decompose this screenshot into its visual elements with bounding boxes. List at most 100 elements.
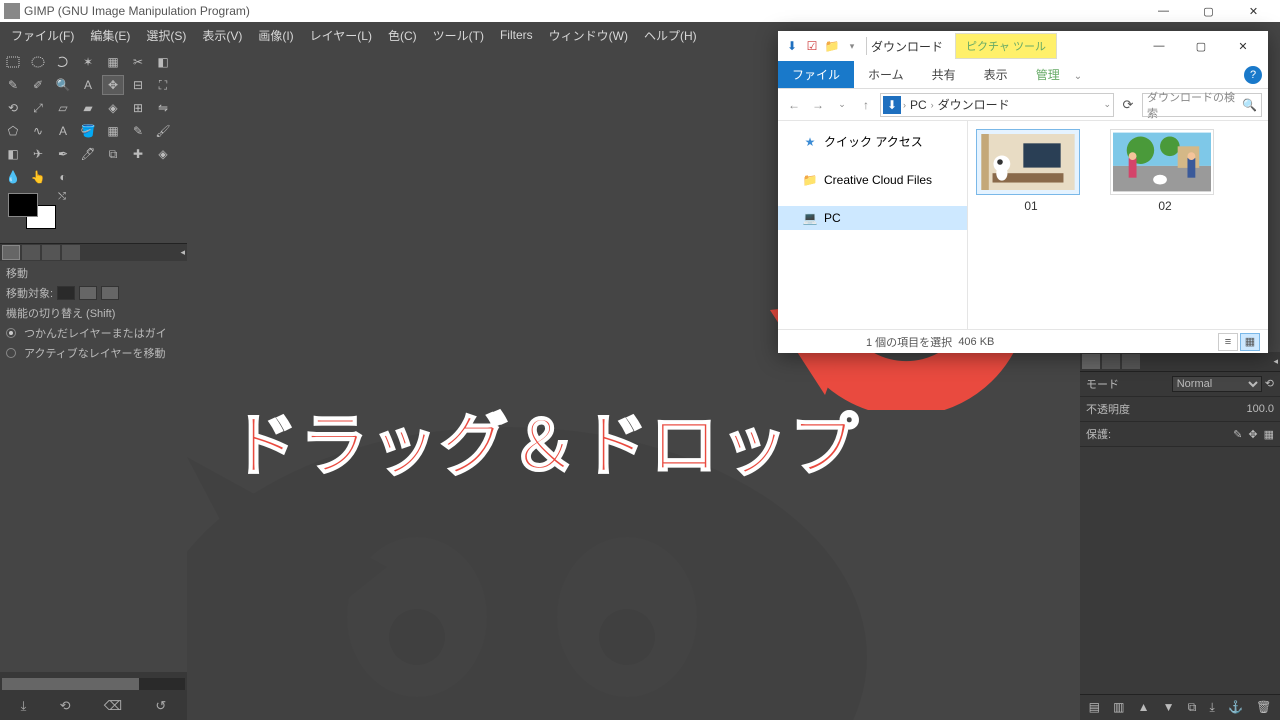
- tab-tool-options[interactable]: [2, 245, 20, 260]
- nav-back-icon[interactable]: ←: [784, 95, 804, 115]
- tool-color-picker[interactable]: ✐: [27, 75, 49, 95]
- tool-unified[interactable]: ◈: [102, 98, 124, 118]
- restore-options-icon[interactable]: ⟲: [60, 698, 71, 714]
- save-options-icon[interactable]: ⤓: [21, 698, 27, 714]
- breadcrumb[interactable]: ⬇ › PC › ダウンロード ⌄: [880, 93, 1114, 117]
- panel-scrollbar[interactable]: [2, 678, 185, 690]
- tool-ink[interactable]: ✒: [52, 144, 74, 164]
- menu-edit[interactable]: 編集(E): [83, 24, 137, 47]
- ribbon-tab-view[interactable]: 表示: [970, 61, 1022, 88]
- fg-color-swatch[interactable]: [8, 193, 38, 217]
- menu-file[interactable]: ファイル(F): [4, 24, 81, 47]
- tool-dodge[interactable]: ◐: [52, 167, 74, 187]
- explorer-file-view[interactable]: 01 02: [968, 121, 1268, 329]
- tool-heal[interactable]: ✚: [127, 144, 149, 164]
- nav-creative-cloud[interactable]: 📁Creative Cloud Files: [778, 168, 967, 192]
- tool-airbrush[interactable]: ✈: [27, 144, 49, 164]
- swap-colors-icon[interactable]: ⤭: [58, 191, 66, 202]
- tool-clone[interactable]: ⧉: [102, 144, 124, 164]
- tool-pencil[interactable]: ✎: [127, 121, 149, 141]
- tool-rotate[interactable]: ⟲: [2, 98, 24, 118]
- reset-options-icon[interactable]: ↺: [155, 698, 166, 714]
- breadcrumb-pc[interactable]: PC: [906, 98, 931, 112]
- file-item-01[interactable]: 01: [976, 129, 1086, 213]
- qat-properties-icon[interactable]: ☑: [804, 38, 820, 54]
- tool-fuzzy-select[interactable]: ✶: [77, 52, 99, 72]
- lock-alpha-icon[interactable]: ▦: [1264, 428, 1274, 441]
- ribbon-tab-home[interactable]: ホーム: [854, 61, 918, 88]
- menu-help[interactable]: ヘルプ(H): [637, 24, 704, 47]
- menu-tools[interactable]: ツール(T): [426, 24, 491, 47]
- tool-gradient[interactable]: ▦: [102, 121, 124, 141]
- contextual-tab-picture-tools[interactable]: ピクチャ ツール: [955, 33, 1057, 59]
- ribbon-tab-share[interactable]: 共有: [918, 61, 970, 88]
- move-target-layer[interactable]: [57, 286, 75, 300]
- lock-pixels-icon[interactable]: ✎: [1233, 428, 1242, 441]
- tool-blur[interactable]: 💧: [2, 167, 24, 187]
- delete-options-icon[interactable]: ⌫: [104, 698, 122, 714]
- tool-by-color[interactable]: ▦: [102, 52, 124, 72]
- minimize-button[interactable]: —: [1141, 0, 1186, 22]
- new-layer-icon[interactable]: ▤: [1089, 700, 1100, 715]
- tool-mypaint[interactable]: 🖊: [77, 144, 99, 164]
- lower-layer-icon[interactable]: ▼: [1163, 700, 1175, 715]
- menu-view[interactable]: 表示(V): [195, 24, 249, 47]
- explorer-close-button[interactable]: ✕: [1222, 32, 1264, 60]
- nav-quick-access[interactable]: ★クイック アクセス: [778, 129, 967, 154]
- explorer-minimize-button[interactable]: —: [1138, 32, 1180, 60]
- opacity-value[interactable]: 100.0: [1246, 403, 1274, 415]
- file-item-02[interactable]: 02: [1110, 129, 1220, 213]
- maximize-button[interactable]: ▢: [1186, 0, 1231, 22]
- layers-panel-menu-icon[interactable]: ◂: [1273, 356, 1278, 367]
- refresh-icon[interactable]: ⟳: [1118, 97, 1138, 113]
- explorer-search-box[interactable]: ダウンロードの検索 🔍: [1142, 93, 1262, 117]
- tool-free-select[interactable]: [52, 52, 74, 72]
- tool-text[interactable]: A: [52, 121, 74, 141]
- tool-crop[interactable]: ⛶: [152, 75, 174, 95]
- tool-eraser[interactable]: ◧: [2, 144, 24, 164]
- move-target-path[interactable]: [101, 286, 119, 300]
- tool-foreground[interactable]: ◧: [152, 52, 174, 72]
- qat-download-icon[interactable]: ⬇: [784, 38, 800, 54]
- explorer-maximize-button[interactable]: ▢: [1180, 32, 1222, 60]
- breadcrumb-downloads[interactable]: ダウンロード: [934, 96, 1014, 113]
- tool-perspective-clone[interactable]: ◈: [152, 144, 174, 164]
- layers-list[interactable]: [1080, 447, 1280, 694]
- ribbon-tab-file[interactable]: ファイル: [778, 61, 854, 88]
- tab-paths[interactable]: [1122, 354, 1140, 369]
- tool-paintbrush[interactable]: 🖌: [152, 121, 174, 141]
- menu-filters[interactable]: Filters: [493, 25, 540, 45]
- radio-move-active[interactable]: アクティブなレイヤーを移動: [2, 343, 185, 363]
- nav-up-icon[interactable]: ↑: [856, 95, 876, 115]
- tool-cage[interactable]: ⬠: [2, 121, 24, 141]
- tab-layers[interactable]: [1082, 354, 1100, 369]
- menu-image[interactable]: 画像(I): [251, 24, 300, 47]
- view-thumbnails-icon[interactable]: ▦: [1240, 333, 1260, 351]
- tool-scale[interactable]: ⤢: [27, 98, 49, 118]
- tool-rect-select[interactable]: [2, 52, 24, 72]
- delete-layer-icon[interactable]: 🗑: [1256, 700, 1271, 715]
- menu-window[interactable]: ウィンドウ(W): [542, 24, 635, 47]
- menu-select[interactable]: 選択(S): [139, 24, 193, 47]
- tool-measure[interactable]: A: [77, 75, 99, 95]
- mode-select[interactable]: Normal: [1172, 376, 1262, 392]
- nav-forward-icon[interactable]: →: [808, 95, 828, 115]
- menu-layer[interactable]: レイヤー(L): [303, 24, 379, 47]
- qat-folder-icon[interactable]: 📁: [824, 38, 840, 54]
- view-details-icon[interactable]: ≡: [1218, 333, 1238, 351]
- tab-device-status[interactable]: [22, 245, 40, 260]
- nav-pc[interactable]: 💻PC: [778, 206, 967, 230]
- menu-color[interactable]: 色(C): [381, 24, 424, 47]
- tool-move[interactable]: ✥: [102, 75, 124, 95]
- anchor-layer-icon[interactable]: ⚓: [1228, 700, 1243, 715]
- radio-pick-layer[interactable]: つかんだレイヤーまたはガイ: [2, 323, 185, 343]
- tool-scissors[interactable]: ✂: [127, 52, 149, 72]
- tab-channels[interactable]: [1102, 354, 1120, 369]
- tool-smudge[interactable]: 👆: [27, 167, 49, 187]
- duplicate-layer-icon[interactable]: ⧉: [1188, 700, 1197, 715]
- tab-undo-history[interactable]: [42, 245, 60, 260]
- tool-handle[interactable]: ⊞: [127, 98, 149, 118]
- help-icon[interactable]: ?: [1244, 66, 1262, 84]
- qat-dropdown-icon[interactable]: ▾: [844, 38, 860, 54]
- close-button[interactable]: ✕: [1231, 0, 1276, 22]
